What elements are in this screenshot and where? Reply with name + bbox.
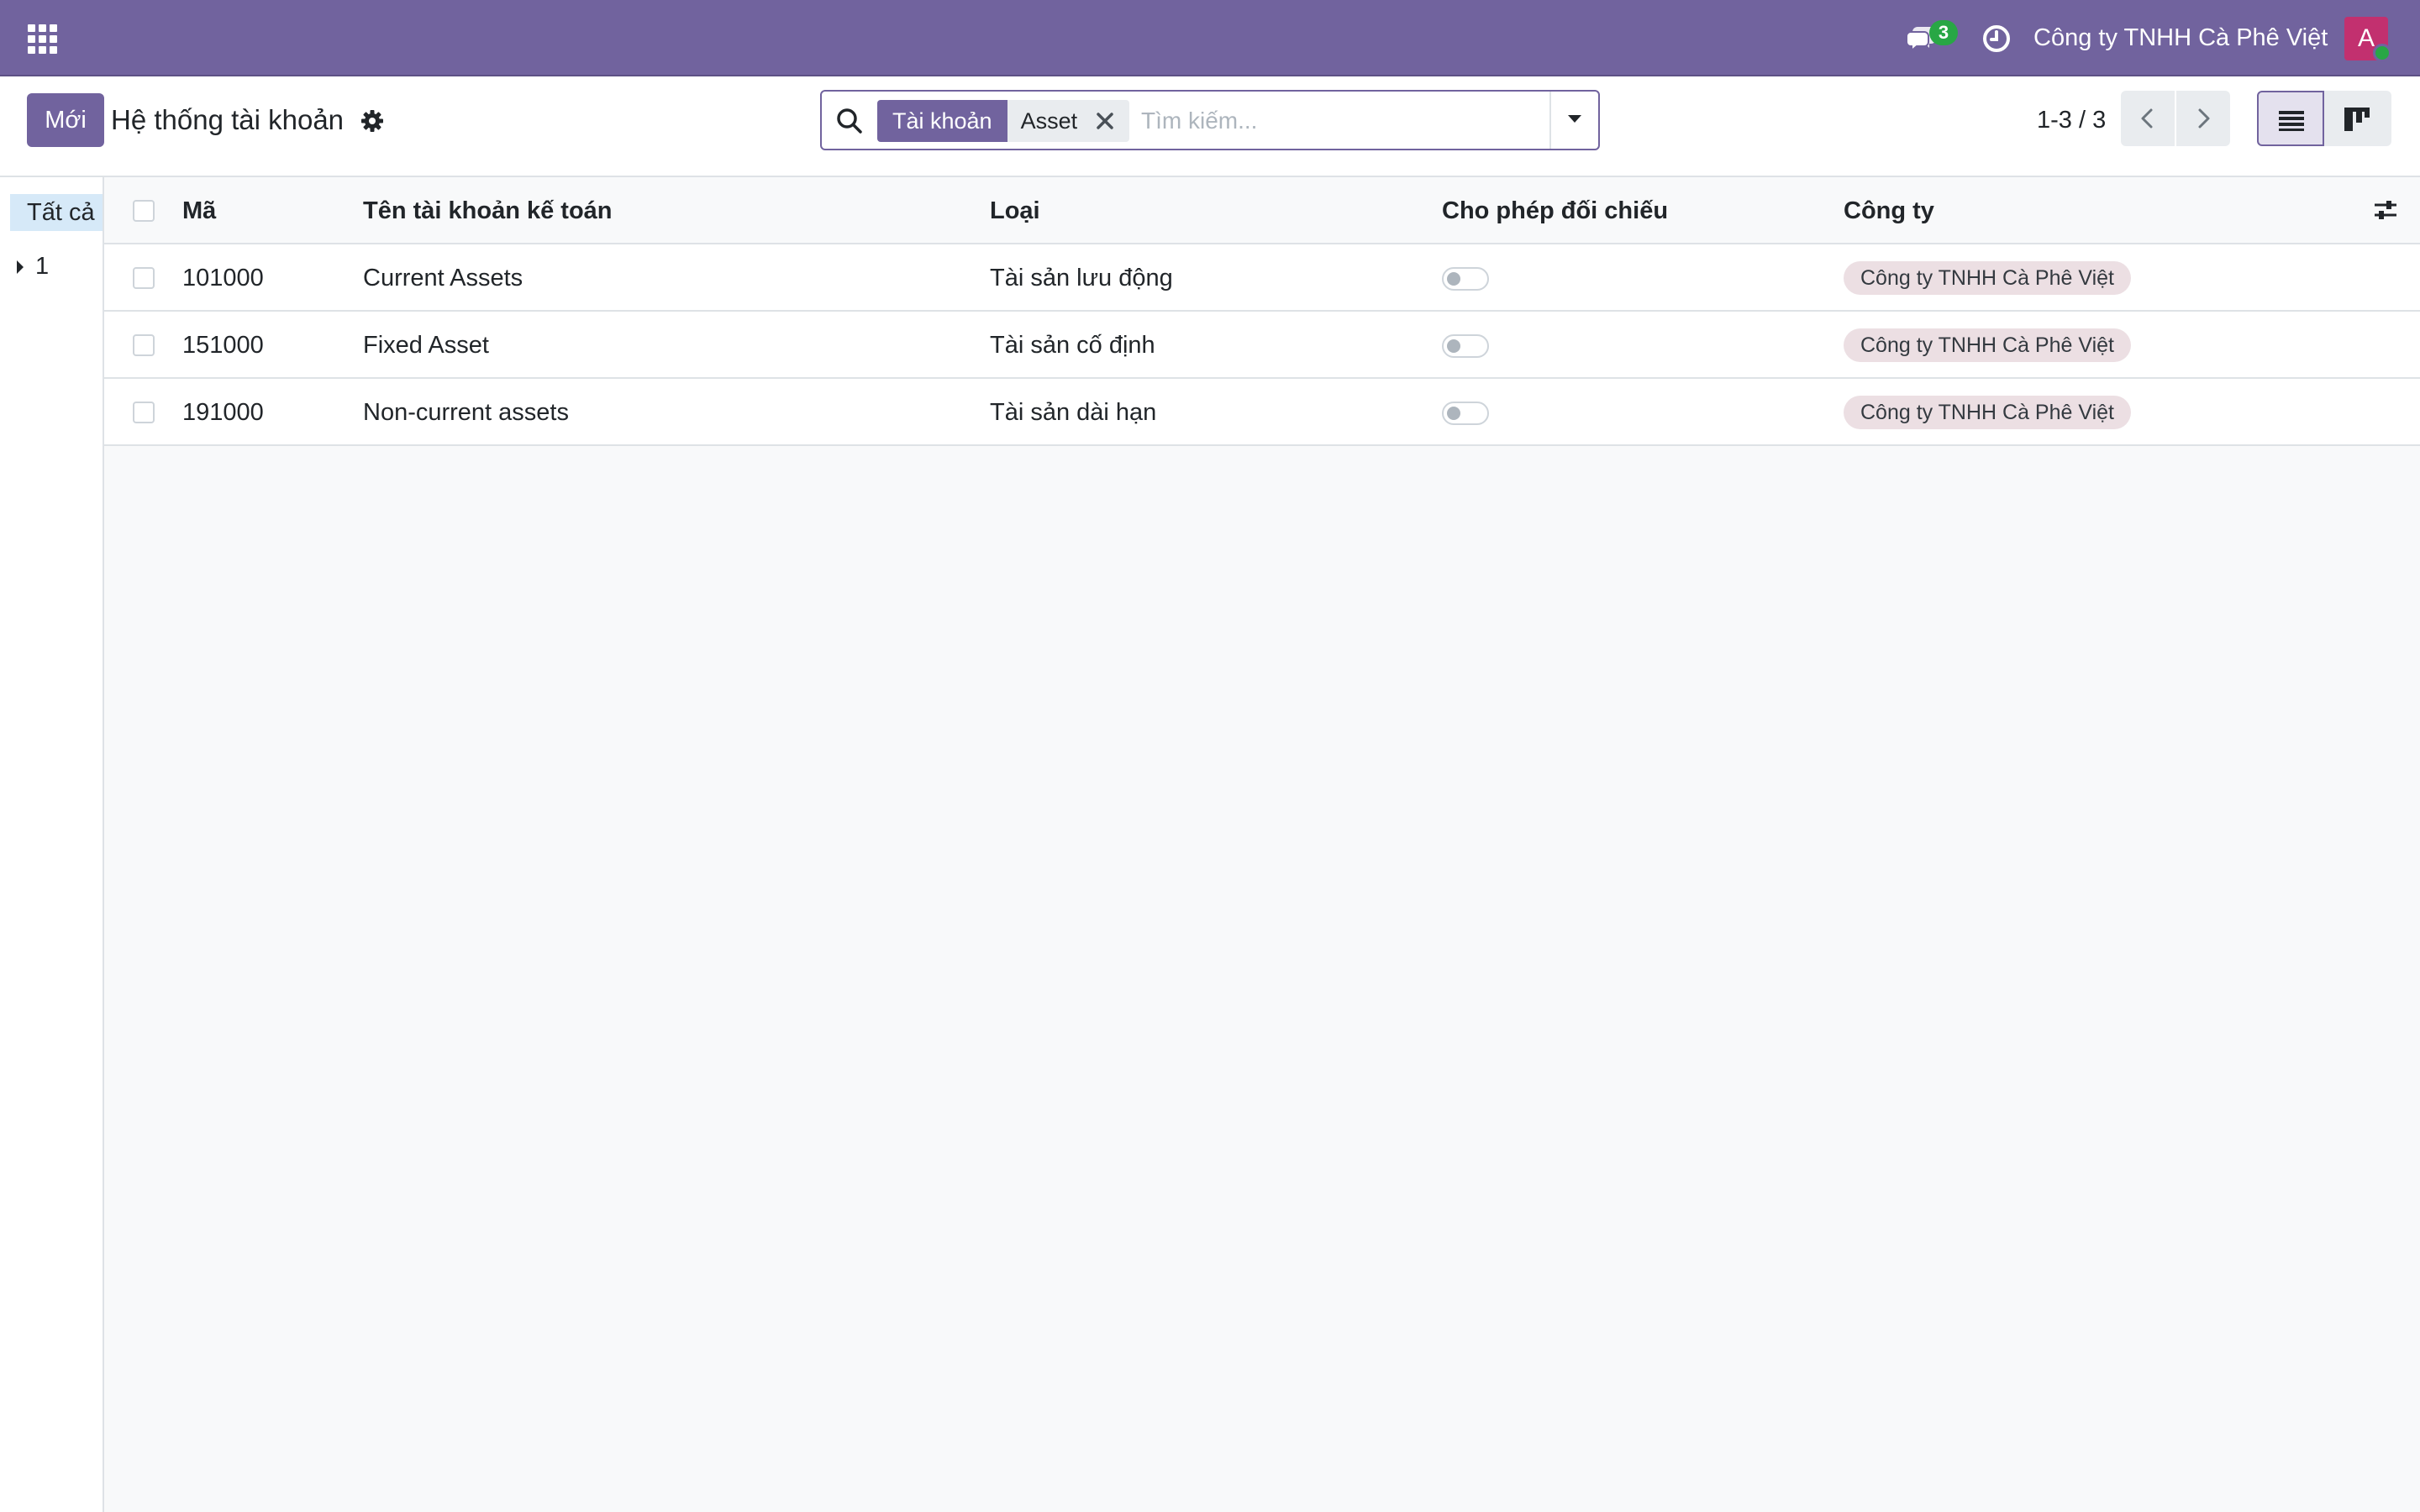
- account-name: Current Assets: [363, 265, 523, 291]
- gear-icon[interactable]: [360, 108, 385, 134]
- reconcile-toggle[interactable]: [1442, 402, 1489, 425]
- optional-columns-icon[interactable]: [2373, 197, 2398, 223]
- messaging-button[interactable]: 3: [1902, 20, 1958, 57]
- reconcile-toggle[interactable]: [1442, 267, 1489, 291]
- close-icon[interactable]: [1094, 110, 1116, 132]
- account-name: Fixed Asset: [363, 332, 489, 359]
- list-view-button[interactable]: [2257, 91, 2324, 146]
- search-options-toggle[interactable]: [1549, 92, 1598, 149]
- search-input[interactable]: [1141, 102, 1528, 140]
- column-header-company[interactable]: Công ty: [1844, 177, 1934, 244]
- row-checkbox[interactable]: [133, 334, 155, 356]
- control-panel: Mới Hệ thống tài khoản Tài khoản Asset T…: [0, 76, 2420, 177]
- facet-label: Tài khoản: [877, 100, 1007, 142]
- company-switcher[interactable]: Công ty TNHH Cà Phê Việt: [2033, 0, 2328, 76]
- search-bar: Tài khoản Asset: [820, 90, 1600, 150]
- caret-right-icon: [17, 260, 24, 275]
- search-facet: Tài khoản Asset: [877, 100, 1130, 142]
- account-type: Tài sản cố định: [990, 332, 1155, 359]
- table-header: Mã Tên tài khoản kế toán Loại Cho phép đ…: [104, 177, 2420, 244]
- search-panel: Tất cả 1: [0, 177, 104, 1512]
- app-menu-icon[interactable]: [25, 22, 59, 55]
- search-panel-item[interactable]: 1: [17, 248, 49, 285]
- column-header-type[interactable]: Loại: [990, 177, 1040, 244]
- clock-icon: [1983, 25, 2010, 52]
- pager-previous-button[interactable]: [2121, 91, 2175, 146]
- page-title: Hệ thống tài khoản: [111, 104, 345, 135]
- list-view: Mã Tên tài khoản kế toán Loại Cho phép đ…: [104, 177, 2420, 1512]
- company-tag: Công ty TNHH Cà Phê Việt: [1844, 396, 2131, 429]
- reconcile-toggle[interactable]: [1442, 334, 1489, 358]
- pager-value[interactable]: 1-3 / 3: [2037, 93, 2106, 147]
- account-code: 101000: [182, 265, 264, 291]
- search-icon: [837, 108, 862, 134]
- accounts-table: Mã Tên tài khoản kế toán Loại Cho phép đ…: [104, 177, 2420, 446]
- caret-down-icon: [1568, 115, 1581, 123]
- account-type: Tài sản dài hạn: [990, 399, 1157, 426]
- chat-count-badge: 3: [1929, 20, 1958, 45]
- table-row[interactable]: 151000 Fixed Asset Tài sản cố định Công …: [104, 312, 2420, 379]
- column-header-code[interactable]: Mã: [182, 177, 216, 244]
- table-row[interactable]: 101000 Current Assets Tài sản lưu động C…: [104, 244, 2420, 312]
- company-tag: Công ty TNHH Cà Phê Việt: [1844, 261, 2131, 295]
- online-status-dot: [2373, 44, 2391, 62]
- activity-button[interactable]: [1980, 22, 2013, 55]
- facet-value: Asset: [1007, 100, 1130, 142]
- top-navbar: 3 Công ty TNHH Cà Phê Việt A: [0, 0, 2420, 76]
- column-header-reconcile[interactable]: Cho phép đối chiếu: [1442, 177, 1668, 244]
- search-panel-item-label: 1: [35, 253, 50, 280]
- account-type: Tài sản lưu động: [990, 265, 1173, 291]
- list-icon: [2279, 111, 2304, 131]
- new-button[interactable]: Mới: [27, 93, 104, 147]
- table-row[interactable]: 191000 Non-current assets Tài sản dài hạ…: [104, 379, 2420, 446]
- company-tag: Công ty TNHH Cà Phê Việt: [1844, 328, 2131, 362]
- kanban-icon: [2344, 108, 2370, 131]
- account-name: Non-current assets: [363, 399, 569, 426]
- facet-value-text: Asset: [1020, 108, 1078, 134]
- kanban-view-button[interactable]: [2324, 91, 2391, 146]
- account-code: 151000: [182, 332, 264, 359]
- row-checkbox[interactable]: [133, 402, 155, 423]
- chevron-right-icon: [2198, 108, 2210, 129]
- search-panel-all[interactable]: Tất cả: [10, 194, 103, 231]
- column-header-name[interactable]: Tên tài khoản kế toán: [363, 177, 613, 244]
- select-all-checkbox[interactable]: [133, 200, 155, 222]
- account-code: 191000: [182, 399, 264, 426]
- pager-next-button[interactable]: [2176, 91, 2230, 146]
- row-checkbox[interactable]: [133, 267, 155, 289]
- chevron-left-icon: [2141, 108, 2153, 129]
